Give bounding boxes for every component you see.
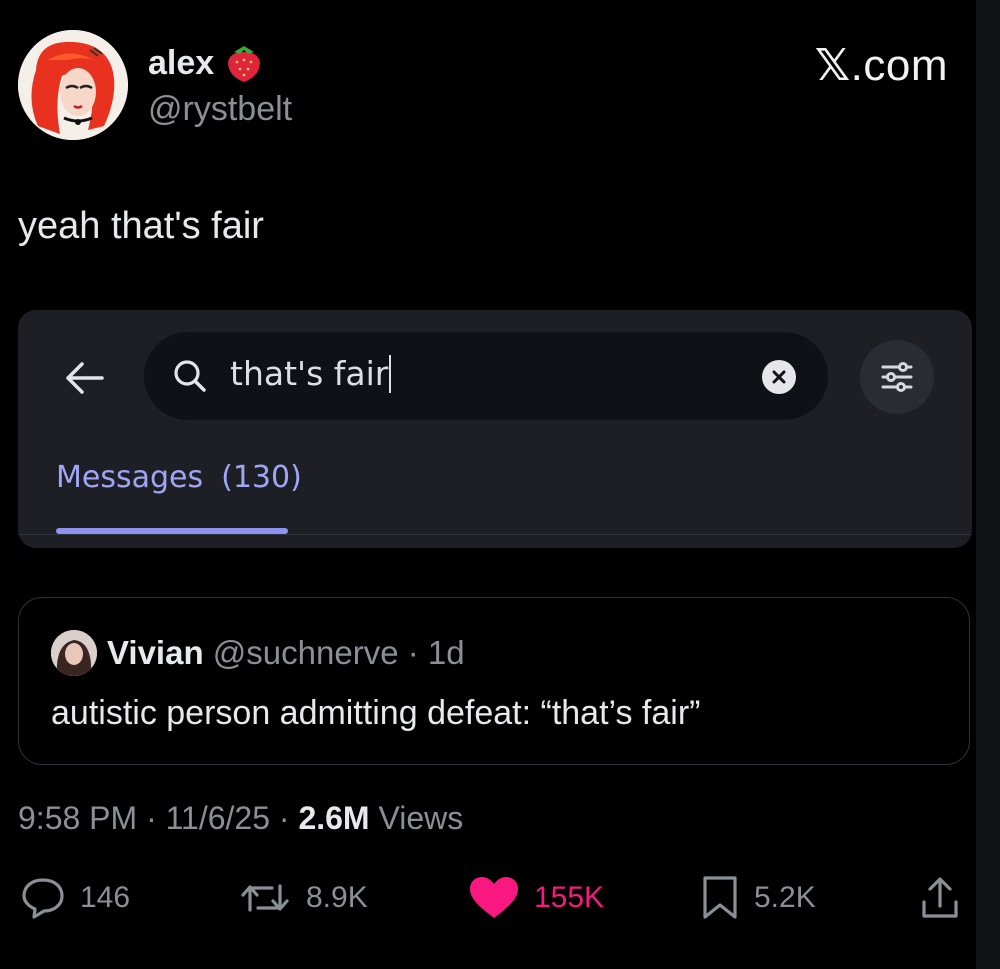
x-com-watermark: 𝕏.com bbox=[815, 40, 948, 91]
share-icon bbox=[922, 877, 958, 918]
like-button[interactable]: 155K bbox=[468, 874, 604, 922]
tweet-time[interactable]: 9:58 PM bbox=[18, 800, 137, 836]
x-logo-icon: 𝕏 bbox=[814, 40, 851, 91]
avatar-illustration bbox=[18, 30, 128, 140]
views-count: 2.6M bbox=[298, 800, 370, 836]
bookmark-button[interactable]: 5.2K bbox=[700, 874, 816, 922]
repost-count: 8.9K bbox=[306, 881, 368, 914]
sliders-icon bbox=[881, 362, 913, 392]
watermark-domain: .com bbox=[850, 41, 948, 90]
close-icon bbox=[772, 370, 786, 384]
bookmark-icon bbox=[703, 876, 737, 919]
tweet-date[interactable]: 11/6/25 bbox=[166, 800, 270, 836]
avatar-photo bbox=[51, 630, 97, 676]
author-display-name[interactable]: alex bbox=[148, 42, 264, 84]
meta-separator: · bbox=[270, 800, 299, 836]
quoted-tweet-header: Vivian @suchnerve · 1d bbox=[107, 634, 465, 672]
search-input: that's fair bbox=[144, 332, 828, 420]
filter-button bbox=[860, 340, 934, 414]
like-count: 155K bbox=[534, 881, 605, 914]
tweet-text: yeah that's fair bbox=[18, 205, 264, 247]
tweet-meta: 9:58 PM · 11/6/25 · 2.6M Views bbox=[18, 800, 463, 837]
embedded-search-screenshot[interactable]: that's fair Messages (130) bbox=[18, 310, 972, 548]
tab-count: (130) bbox=[221, 460, 302, 495]
author-handle[interactable]: @rystbelt bbox=[148, 90, 292, 129]
tab-label: Messages bbox=[56, 460, 204, 495]
reply-icon bbox=[22, 878, 64, 919]
views-label: Views bbox=[369, 800, 464, 836]
search-query-text: that's fair bbox=[230, 354, 392, 393]
repost-button[interactable]: 8.9K bbox=[238, 874, 368, 922]
clear-search-icon bbox=[762, 360, 796, 394]
quoted-tweet-text: autistic person admitting defeat: “that’… bbox=[51, 694, 701, 732]
author-name-text: alex bbox=[148, 43, 215, 82]
quoted-tweet-age[interactable]: 1d bbox=[428, 634, 465, 671]
screenshot-frame: alex @rystbelt 𝕏.com yeah that's fair th… bbox=[0, 0, 1000, 969]
quoted-author-handle[interactable]: @suchnerve bbox=[213, 634, 399, 671]
share-button[interactable] bbox=[918, 874, 962, 922]
repost-icon bbox=[241, 884, 289, 912]
reply-button[interactable]: 146 bbox=[20, 874, 130, 922]
search-icon bbox=[174, 360, 206, 392]
quoted-author-avatar[interactable] bbox=[51, 630, 97, 676]
text-caret bbox=[389, 355, 392, 393]
tab-divider bbox=[18, 534, 972, 535]
tab-messages: Messages (130) bbox=[56, 460, 302, 495]
quoted-separator: · bbox=[398, 634, 428, 671]
bookmark-count: 5.2K bbox=[754, 881, 816, 914]
reply-count: 146 bbox=[80, 881, 131, 914]
meta-separator: · bbox=[137, 800, 166, 836]
right-edge-bar bbox=[976, 0, 1000, 969]
author-avatar[interactable] bbox=[18, 30, 128, 140]
quoted-author-name[interactable]: Vivian bbox=[107, 634, 204, 671]
quoted-tweet-card[interactable]: Vivian @suchnerve · 1d autistic person a… bbox=[18, 597, 970, 765]
back-arrow-icon bbox=[66, 362, 104, 394]
heart-icon bbox=[470, 877, 518, 918]
strawberry-icon bbox=[228, 46, 261, 82]
